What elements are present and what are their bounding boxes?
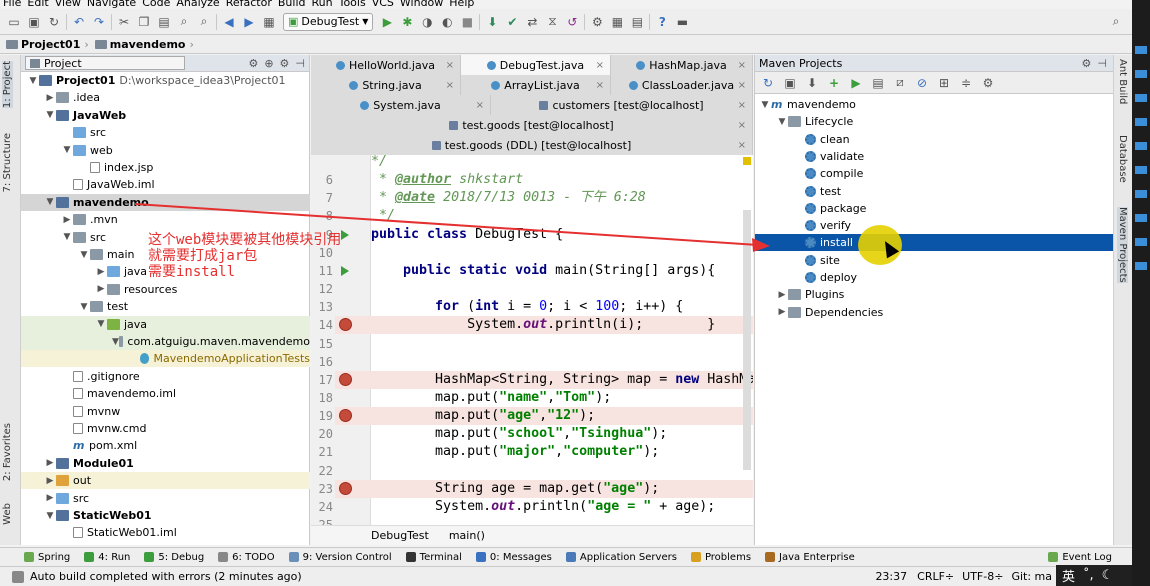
annotation-line: 就需要打成jar包 bbox=[148, 248, 258, 264]
annotation-text: 这个web模块要被其他模块引用 就需要打成jar包 需要install bbox=[148, 232, 341, 280]
annotation-arrow bbox=[134, 203, 770, 252]
annotation-line: 这个web模块要被其他模块引用 bbox=[148, 232, 342, 248]
desktop-edge bbox=[1132, 0, 1150, 586]
annotation-line: 需要install bbox=[148, 264, 236, 280]
